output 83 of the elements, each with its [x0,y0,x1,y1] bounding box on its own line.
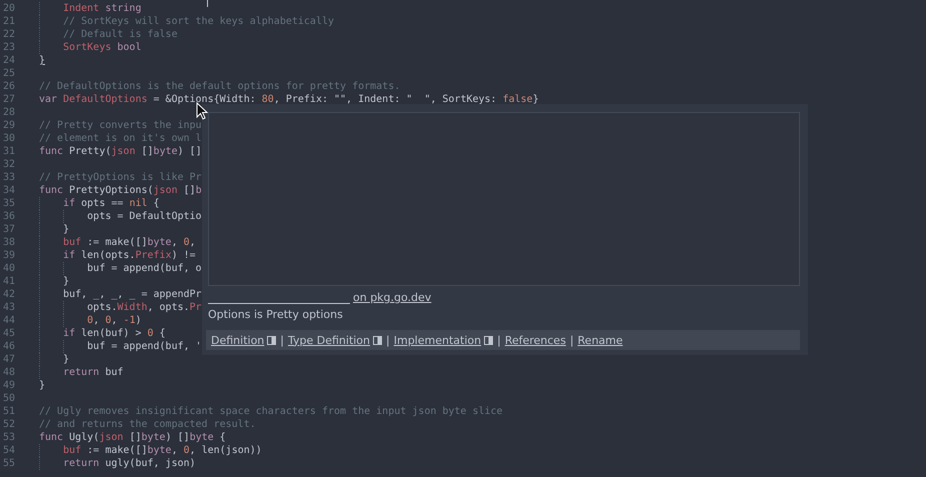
split-pane-icon[interactable] [373,336,382,344]
code-line: SortKeys bool [63,41,142,54]
line-number: 32 [2,158,16,171]
text-caret [207,0,208,7]
action-link[interactable]: Rename [578,334,623,346]
code-line: // Pretty converts the inpu [39,119,202,132]
line-number: 25 [2,67,16,80]
separator: | [497,334,501,346]
line-number: 36 [2,210,16,223]
code-line: if len(buf) > 0 { [63,327,166,340]
code-line: return buf [63,366,124,379]
code-line: if len(opts.Prefix) != [63,249,196,262]
code-line: return ugly(buf, json) [63,457,196,470]
line-number: 39 [2,249,16,262]
code-line: buf = append(buf, ' [87,340,202,353]
line-number: 52 [2,418,16,431]
code-line: buf = append(buf, o [87,262,202,275]
code-line: // Ugly removes insignificant space characters from the input json byte slice [39,405,503,418]
code-line: Indent string [63,2,142,15]
line-number: 40 [2,262,16,275]
code-line: } [63,275,70,288]
code-line: buf := make([]byte, 0, [63,236,196,249]
line-number: 21 [2,15,16,28]
line-number: 42 [2,288,16,301]
code-line: } [39,54,46,67]
line-number: 37 [2,223,16,236]
code-line: // element is on it's own l [39,132,202,145]
line-number: 26 [2,80,16,93]
line-number: 31 [2,145,16,158]
split-pane-icon[interactable] [484,336,494,344]
code-line: func PrettyOptions(json []b [39,184,202,197]
code-line: func Ugly(json []byte) []byte { [39,431,226,444]
action-link[interactable]: Definition [211,334,264,346]
code-line: } [63,353,70,366]
code-line: buf := make([]byte, 0, len(json)) [63,444,262,457]
line-number: 54 [2,444,16,457]
docs-link[interactable]: on pkg.go.dev [353,291,432,304]
code-line: 0, 0, -1) [87,314,142,327]
line-number: 20 [2,2,16,15]
code-line: func Pretty(json []byte) [] [39,145,202,158]
code-line: if opts == nil { [63,197,160,210]
line-number: 45 [2,327,16,340]
code-line: // PrettyOptions is like Pr [39,171,202,184]
line-number: 27 [2,93,16,106]
code-line: // Default is false [63,28,178,41]
separator: | [280,334,284,346]
code-line: buf, _, _, _ = appendPr [63,288,202,301]
line-number: 48 [2,366,16,379]
line-number: 49 [2,379,16,392]
line-number: 50 [2,392,16,405]
line-number: 44 [2,314,16,327]
separator: | [570,334,574,346]
action-link[interactable]: Implementation [394,334,482,346]
code-line: } [63,223,70,236]
line-number: 35 [2,197,16,210]
line-number: 29 [2,119,16,132]
line-number: 28 [2,106,16,119]
line-number: 51 [2,405,16,418]
line-number: 30 [2,132,16,145]
separator: | [386,334,390,346]
line-number: 22 [2,28,16,41]
code-line: // and returns the compacted result. [39,418,256,431]
split-pane-icon[interactable] [267,336,276,344]
action-link[interactable]: Type Definition [288,334,370,346]
code-line: opts = DefaultOptio [87,210,202,223]
code-line: var DefaultOptions = &Options{Width: 80, Prefix: "", Indent: " ", SortKeys: false} [39,93,539,106]
line-number: 41 [2,275,16,288]
line-number: 55 [2,457,16,470]
line-number: 38 [2,236,16,249]
line-number: 47 [2,353,16,366]
line-number: 43 [2,301,16,314]
line-number: 46 [2,340,16,353]
doc-summary: Options is Pretty options [208,308,344,322]
code-line: // DefaultOptions is the default options for pretty formats. [39,80,400,93]
line-number: 24 [2,54,16,67]
line-number: 34 [2,184,16,197]
line-number: 53 [2,431,16,444]
code-line: opts.Width, opts.Pr [87,301,202,314]
code-line: } [39,379,46,392]
action-link[interactable]: References [504,334,566,346]
line-number: 33 [2,171,16,184]
code-line: // SortKeys will sort the keys alphabetically [63,15,334,28]
line-number: 23 [2,41,16,54]
